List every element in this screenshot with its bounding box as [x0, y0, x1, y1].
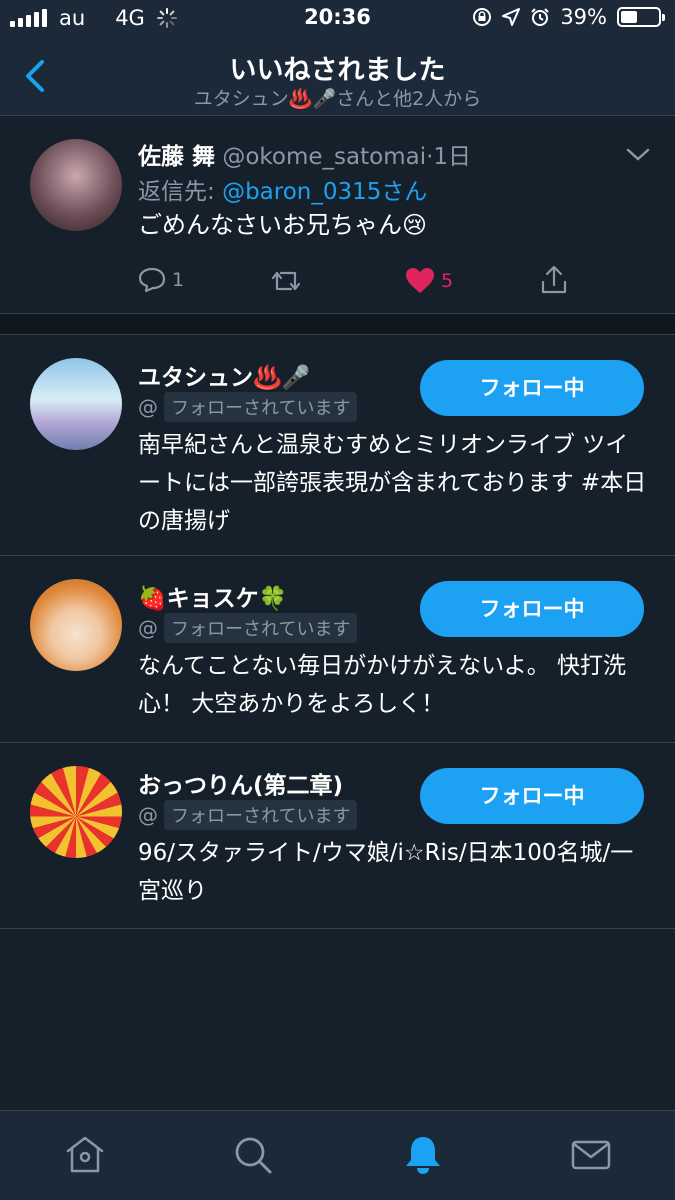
tab-bar — [0, 1110, 675, 1200]
follows-you-badge: フォローされています — [164, 392, 358, 422]
tweet-text: ごめんなさいお兄ちゃん😢 — [138, 211, 428, 239]
share-icon — [541, 265, 567, 294]
follows-you-badge: フォローされています — [164, 800, 358, 830]
user-handle-prefix[interactable]: @ — [138, 616, 158, 640]
tweet-time: ·1日 — [426, 144, 472, 170]
user-handle: @ フォローされています — [138, 613, 358, 643]
user-bio: なんてことない毎日がかけがえないよ。 快打洗心！ 大空あかりをよろしく！ — [138, 653, 627, 717]
following-button[interactable]: フォロー中 — [420, 581, 644, 637]
avatar[interactable] — [30, 139, 122, 231]
follows-you-badge: フォローされています — [164, 613, 358, 643]
tweet-header: 佐藤 舞 @okome_satomai·1日 — [138, 137, 471, 171]
share-button[interactable] — [540, 265, 568, 295]
notifications-icon[interactable] — [401, 1133, 445, 1177]
search-icon[interactable] — [231, 1133, 275, 1177]
user-row[interactable]: ユタシュン♨️🎤 @ フォローされています フォロー中 南早紀さんと温泉むすめとミ… — [0, 336, 675, 556]
retweet-button[interactable] — [270, 269, 302, 293]
reply-prefix: 返信先: — [138, 179, 223, 205]
user-bio: 96/スタァライト/ウマ娘/i☆Ris/日本100名城/一宮巡り — [138, 840, 634, 904]
user-row[interactable]: おっつりん(第二章) @ フォローされています フォロー中 96/スタァライト/ウ… — [0, 744, 675, 929]
like-button[interactable]: 5 — [405, 267, 453, 294]
home-icon[interactable] — [63, 1133, 107, 1177]
avatar[interactable] — [30, 358, 122, 450]
heart-icon — [406, 268, 434, 293]
user-name[interactable]: 🍓キョスケ🍀 — [138, 579, 287, 613]
battery-percent: 39% — [560, 5, 607, 29]
reply-icon — [138, 267, 166, 293]
avatar[interactable] — [30, 579, 122, 671]
alarm-icon — [531, 8, 550, 26]
section-divider — [0, 313, 675, 335]
tweet-author-handle[interactable]: @okome_satomai — [222, 144, 426, 170]
user-name[interactable]: ユタシュン♨️🎤 — [138, 358, 310, 392]
reply-to-link[interactable]: @baron_0315さん — [222, 179, 427, 205]
user-name[interactable]: おっつりん(第二章) — [138, 766, 343, 800]
user-handle-prefix[interactable]: @ — [138, 395, 158, 419]
nav-header: いいねされました ユタシュン♨️🎤さんと他2人から — [0, 36, 675, 116]
user-bio: 南早紀さんと温泉むすめとミリオンライブ ツイートには一部誇張表現が含まれておりま… — [138, 432, 647, 534]
reply-context: 返信先: @baron_0315さん — [138, 172, 427, 206]
following-button[interactable]: フォロー中 — [420, 360, 644, 416]
page-subtitle: ユタシュン♨️🎤さんと他2人から — [193, 88, 482, 110]
reply-button[interactable]: 1 — [138, 267, 184, 293]
status-right: 39% — [472, 5, 665, 29]
following-button[interactable]: フォロー中 — [420, 768, 644, 824]
like-count: 5 — [441, 269, 454, 292]
tweet-author-name[interactable]: 佐藤 舞 — [138, 144, 215, 170]
user-row[interactable]: 🍓キョスケ🍀 @ フォローされています フォロー中 なんてことない毎日がかけがえな… — [0, 557, 675, 743]
messages-icon[interactable] — [569, 1133, 613, 1177]
liked-tweet[interactable]: 佐藤 舞 @okome_satomai·1日 返信先: @baron_0315さ… — [0, 117, 675, 313]
user-handle: @ フォローされています — [138, 800, 358, 830]
user-handle: @ フォローされています — [138, 392, 358, 422]
retweet-icon — [271, 271, 301, 291]
user-handle-prefix[interactable]: @ — [138, 803, 158, 827]
battery-icon — [617, 7, 665, 27]
chevron-down-icon[interactable] — [625, 147, 651, 163]
location-icon — [502, 8, 521, 26]
avatar[interactable] — [30, 766, 122, 858]
rotation-lock-icon — [473, 8, 492, 26]
status-bar: au 4G 20:36 39% — [0, 0, 675, 36]
reply-count: 1 — [172, 269, 185, 291]
page-title: いいねされました — [229, 55, 446, 86]
